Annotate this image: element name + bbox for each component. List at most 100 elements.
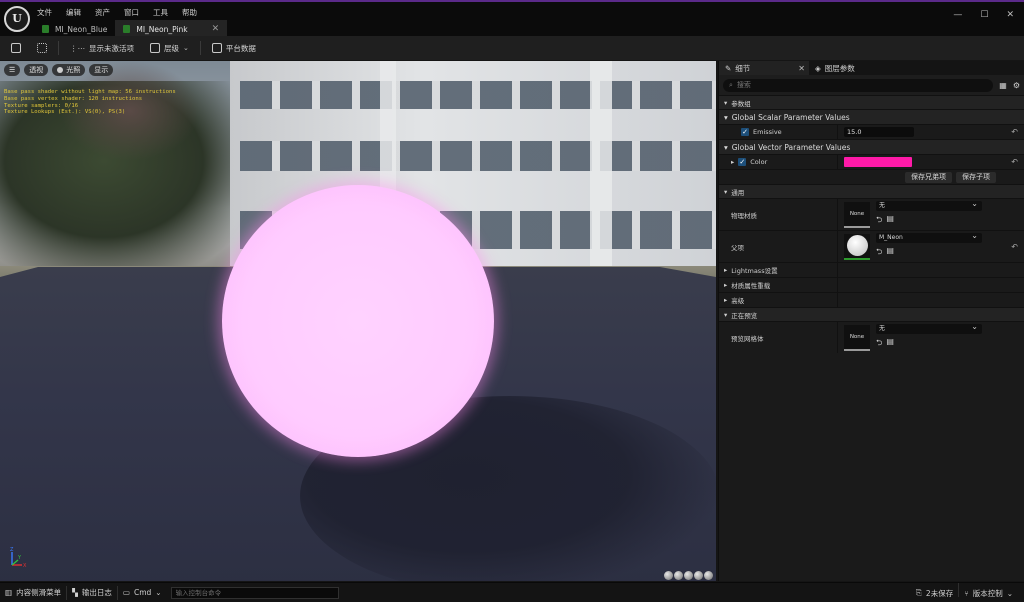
stats-line: Texture Lookups (Est.): VS(0), PS(3) bbox=[4, 109, 126, 116]
section-global-vector[interactable]: ▾ Global Vector Parameter Values bbox=[719, 139, 1024, 154]
tab-layer-params[interactable]: ◈ 图层参数 bbox=[809, 61, 861, 75]
axis-gizmo-icon: Z X Y bbox=[10, 547, 27, 569]
section-advanced[interactable]: ▸ 高级 bbox=[719, 292, 1024, 307]
chevron-down-icon: ⌄ bbox=[1006, 588, 1013, 598]
cmd-dropdown[interactable]: ▭ Cmd ⌄ bbox=[118, 583, 167, 602]
browse-button[interactable] bbox=[32, 39, 52, 57]
section-title: 高级 bbox=[731, 297, 745, 305]
asset-actions: ⮌ ▤ bbox=[876, 214, 982, 228]
platform-data-button[interactable]: 平台数据 bbox=[207, 39, 261, 57]
browse-folder-icon[interactable]: ▤ bbox=[886, 337, 894, 351]
section-material-property-overrides[interactable]: ▸ 材质属性重载 bbox=[719, 277, 1024, 292]
content-drawer-button[interactable]: ▥ 内容侧滑菜单 bbox=[0, 583, 66, 602]
search-row: ⌕ 搜索 ▦ ⚙ bbox=[719, 75, 1024, 95]
section-global-scalar[interactable]: ▾ Global Scalar Parameter Values bbox=[719, 109, 1024, 124]
table-view-icon[interactable]: ▦ bbox=[999, 81, 1007, 90]
console-command-input[interactable]: 输入控制台命令 bbox=[170, 586, 339, 599]
maximize-button[interactable]: ☐ bbox=[980, 10, 988, 20]
phys-material-value-cell: None 无 ⮌ ▤ bbox=[837, 199, 1024, 230]
search-input[interactable]: ⌕ 搜索 bbox=[723, 78, 994, 92]
use-selected-icon[interactable]: ⮌ bbox=[876, 246, 882, 260]
minimize-button[interactable]: — bbox=[953, 10, 962, 20]
show-inactive-button[interactable]: ⋮⋯ 显示未激活项 bbox=[65, 39, 139, 57]
show-button[interactable]: 显示 bbox=[89, 64, 114, 76]
viewport-menu-button[interactable]: ☰ bbox=[4, 64, 21, 76]
preview-plane-button[interactable] bbox=[684, 571, 693, 580]
chevron-down-icon: ▾ bbox=[724, 112, 728, 122]
preview-mesh-button[interactable] bbox=[704, 571, 713, 580]
save-sibling-button[interactable]: 保存兄弟项 bbox=[905, 171, 952, 183]
preview-mesh-thumbnail[interactable]: None bbox=[844, 324, 870, 351]
section-previewing[interactable]: ▾ 正在预览 bbox=[719, 307, 1024, 321]
emissive-label: Emissive bbox=[753, 128, 782, 136]
lit-button[interactable]: 光照 bbox=[52, 64, 86, 76]
chevron-down-icon: ⌄ bbox=[183, 44, 189, 52]
folder-icon bbox=[37, 43, 47, 53]
phys-material-row: 物理材质 None 无 ⮌ ▤ bbox=[719, 198, 1024, 230]
window-controls: — ☐ ✕ bbox=[953, 10, 1014, 20]
browse-folder-icon[interactable]: ▤ bbox=[886, 246, 894, 260]
hierarchy-dropdown[interactable]: 层级 ⌄ bbox=[145, 39, 194, 57]
menu-edit[interactable]: 编辑 bbox=[66, 7, 81, 18]
building-pillar bbox=[590, 61, 612, 296]
chevron-right-icon[interactable]: ▸ bbox=[731, 158, 734, 166]
source-control-label: 版本控制 bbox=[972, 588, 1003, 598]
unreal-logo-icon[interactable]: U bbox=[4, 6, 30, 32]
pencil-icon: ✎ bbox=[725, 63, 732, 73]
preview-mesh-picker: 无 ⮌ ▤ bbox=[876, 322, 982, 351]
use-selected-icon[interactable]: ⮌ bbox=[876, 337, 882, 351]
output-log-button[interactable]: ▚ 输出日志 bbox=[67, 583, 117, 602]
color-row: ▸ ✓ Color ↶ bbox=[719, 154, 1024, 169]
use-selected-icon[interactable]: ⮌ bbox=[876, 214, 882, 228]
phys-material-dropdown[interactable]: 无 bbox=[876, 199, 982, 211]
preview-viewport[interactable]: ☰ 透视 光照 显示 Base pass shader without ligh… bbox=[0, 61, 716, 581]
reset-icon[interactable]: ↶ bbox=[1011, 128, 1018, 137]
close-window-button[interactable]: ✕ bbox=[1006, 10, 1014, 20]
emissive-checkbox[interactable]: ✓ bbox=[741, 128, 749, 136]
parent-dropdown[interactable]: M_Neon bbox=[876, 231, 982, 243]
save-child-button[interactable]: 保存子项 bbox=[956, 171, 996, 183]
save-icon bbox=[11, 43, 21, 53]
menu-file[interactable]: 文件 bbox=[37, 7, 52, 18]
shader-stats: Base pass shader without light map: 56 i… bbox=[4, 89, 176, 116]
close-icon[interactable]: ✕ bbox=[212, 24, 220, 34]
phys-material-thumbnail[interactable]: None bbox=[844, 201, 870, 228]
preview-sphere-button[interactable] bbox=[664, 571, 673, 580]
parent-label-cell: 父项 bbox=[719, 231, 837, 262]
close-icon[interactable]: ✕ bbox=[798, 64, 805, 73]
section-lightmass-label: ▸ Lightmass设置 bbox=[719, 263, 837, 277]
content-drawer-icon: ▥ bbox=[5, 588, 13, 597]
axis-z-label: Z bbox=[10, 547, 14, 553]
reset-icon[interactable]: ↶ bbox=[1011, 242, 1018, 251]
section-title: 正在预览 bbox=[731, 311, 758, 320]
preview-cylinder-button[interactable] bbox=[674, 571, 683, 580]
menu-asset[interactable]: 资产 bbox=[95, 7, 110, 18]
section-general[interactable]: ▾ 通用 bbox=[719, 184, 1024, 198]
color-swatch[interactable] bbox=[844, 157, 912, 167]
reset-icon[interactable]: ↶ bbox=[1011, 158, 1018, 167]
color-checkbox[interactable]: ✓ bbox=[738, 158, 747, 166]
tab-label: MI_Neon_Pink bbox=[136, 24, 188, 34]
source-control-button[interactable]: ⑂ 版本控制 ⌄ bbox=[959, 583, 1018, 602]
save-button[interactable] bbox=[6, 39, 26, 57]
parent-value-cell: M_Neon ⮌ ▤ bbox=[837, 231, 1024, 262]
save-buttons-row: 保存兄弟项 保存子项 bbox=[719, 169, 1024, 184]
section-param-group[interactable]: ▾ 参数组 bbox=[719, 95, 1024, 109]
parent-thumbnail[interactable] bbox=[844, 233, 870, 260]
perspective-button[interactable]: 透视 bbox=[24, 64, 49, 76]
preview-cube-button[interactable] bbox=[694, 571, 703, 580]
title-bar: U 文件 编辑 资产 窗口 工具 帮助 MI_Neon_Blue MI_Neon… bbox=[0, 0, 1024, 38]
axis-y-label: Y bbox=[17, 555, 22, 561]
preview-mesh-dropdown[interactable]: 无 bbox=[876, 322, 982, 334]
browse-folder-icon[interactable]: ▤ bbox=[886, 214, 894, 228]
tab-details[interactable]: ✎ 细节 ✕ bbox=[719, 61, 809, 75]
gear-icon[interactable]: ⚙ bbox=[1013, 81, 1020, 90]
preview-sphere bbox=[222, 185, 494, 457]
unsaved-button[interactable]: ⎘ 2未保存 bbox=[911, 583, 958, 602]
emissive-value-field[interactable]: 15.0 bbox=[844, 127, 914, 137]
status-bar: ▥ 内容侧滑菜单 ▚ 输出日志 ▭ Cmd ⌄ 输入控制台命令 ⎘ 2未保存 ⑂… bbox=[0, 582, 1024, 602]
menu-window[interactable]: 窗口 bbox=[124, 7, 139, 18]
section-lightmass[interactable]: ▸ Lightmass设置 bbox=[719, 262, 1024, 277]
menu-tools[interactable]: 工具 bbox=[153, 7, 168, 18]
menu-help[interactable]: 帮助 bbox=[182, 7, 197, 18]
